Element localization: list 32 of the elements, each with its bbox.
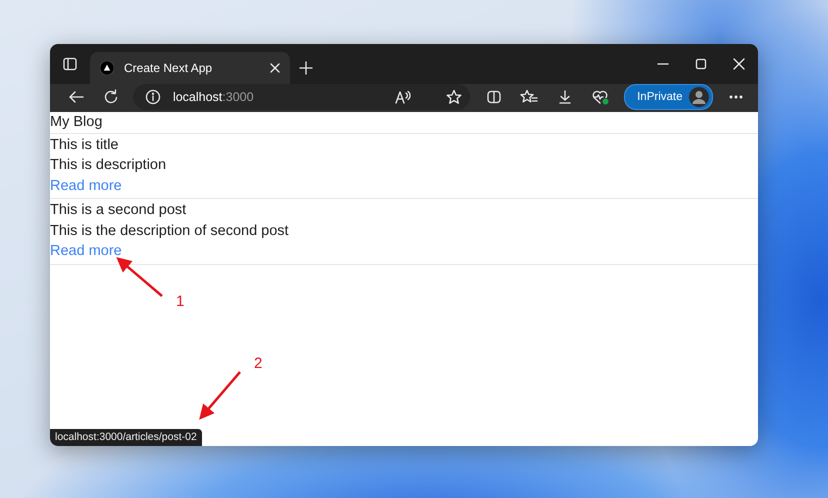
annotation-number: 1: [176, 293, 184, 310]
blog-heading: My Blog: [50, 113, 102, 132]
maximize-icon[interactable]: [695, 58, 707, 70]
post-description: This is the description of second post: [50, 222, 289, 240]
new-tab-icon[interactable]: [299, 61, 313, 75]
post-title: This is a second post: [50, 201, 186, 220]
annotation-number: 2: [254, 355, 262, 372]
tab-actions-icon[interactable]: [62, 56, 78, 72]
tab-close-icon[interactable]: [270, 63, 280, 73]
avatar-icon: [688, 87, 708, 107]
read-more-link[interactable]: Read more: [50, 241, 122, 262]
download-icon[interactable]: [556, 89, 573, 105]
post-title: This is title: [50, 136, 118, 154]
status-url-tooltip: localhost:3000/articles/post-02: [50, 429, 202, 446]
split-screen-icon[interactable]: [486, 89, 502, 105]
favorite-star-icon[interactable]: [446, 89, 462, 105]
app-logo-icon: [100, 61, 114, 75]
info-icon[interactable]: [144, 89, 161, 105]
read-more-link[interactable]: Read more: [50, 176, 122, 196]
post-description: This is description: [50, 156, 166, 175]
inprivate-button[interactable]: InPrivate: [624, 84, 712, 110]
url-text: localhost:3000: [172, 90, 255, 104]
close-icon[interactable]: [733, 58, 745, 70]
annotation-arrow: [199, 371, 241, 420]
refresh-icon[interactable]: [103, 89, 120, 105]
annotation-arrow: [116, 257, 163, 297]
heart-pulse-icon[interactable]: [591, 89, 610, 105]
browser-tab[interactable]: Create Next App: [90, 52, 290, 84]
favorites-icon[interactable]: [520, 89, 538, 105]
read-aloud-icon[interactable]: [394, 89, 412, 105]
back-icon[interactable]: [68, 89, 84, 105]
address-bar[interactable]: localhost:3000: [132, 84, 470, 110]
